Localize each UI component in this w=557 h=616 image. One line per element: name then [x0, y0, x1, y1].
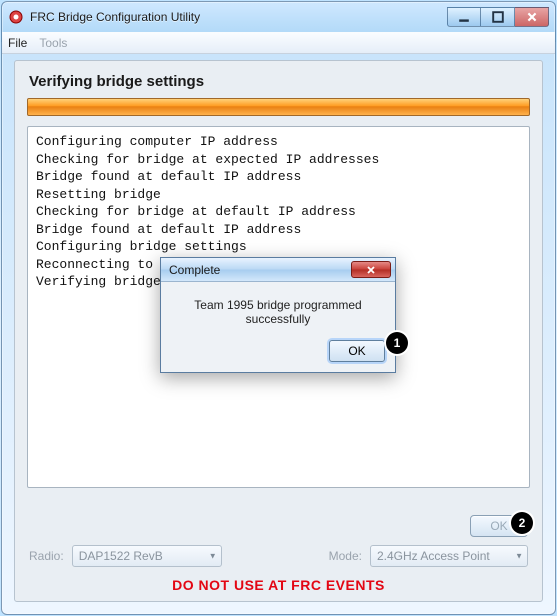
- dialog-ok-label: OK: [348, 344, 365, 358]
- dialog-actions: OK: [161, 334, 395, 372]
- ok-button-label: OK: [490, 519, 507, 533]
- dialog-ok-button[interactable]: OK: [329, 340, 385, 362]
- annotation-1: 1: [386, 332, 408, 354]
- window-buttons: [447, 7, 549, 27]
- close-button[interactable]: [515, 7, 549, 27]
- mode-select[interactable]: 2.4GHz Access Point ▼: [370, 545, 528, 567]
- app-window: FRC Bridge Configuration Utility File To…: [1, 1, 556, 615]
- page-heading: Verifying bridge settings: [29, 73, 530, 90]
- mode-label: Mode:: [329, 549, 362, 563]
- maximize-button[interactable]: [481, 7, 515, 27]
- radio-label: Radio:: [29, 549, 64, 563]
- menubar: File Tools: [2, 32, 555, 54]
- dialog-close-button[interactable]: [351, 261, 391, 278]
- chevron-down-icon: ▼: [209, 552, 217, 561]
- radio-select[interactable]: DAP1522 RevB ▼: [72, 545, 222, 567]
- mode-value: 2.4GHz Access Point: [377, 549, 490, 563]
- titlebar: FRC Bridge Configuration Utility: [2, 2, 555, 32]
- app-icon: [8, 9, 24, 25]
- complete-dialog: Complete Team 1995 bridge programmed suc…: [160, 257, 396, 373]
- radio-value: DAP1522 RevB: [79, 549, 163, 563]
- chevron-down-icon: ▼: [515, 552, 523, 561]
- minimize-button[interactable]: [447, 7, 481, 27]
- bottom-row: Radio: DAP1522 RevB ▼ Mode: 2.4GHz Acces…: [29, 545, 528, 567]
- menu-file[interactable]: File: [8, 36, 27, 50]
- window-title: FRC Bridge Configuration Utility: [30, 10, 447, 24]
- menu-tools[interactable]: Tools: [39, 36, 67, 50]
- annotation-2: 2: [511, 512, 533, 534]
- dialog-titlebar: Complete: [161, 258, 395, 282]
- dialog-message: Team 1995 bridge programmed successfully: [161, 282, 395, 334]
- dialog-title: Complete: [169, 263, 351, 277]
- warning-text: DO NOT USE AT FRC EVENTS: [15, 577, 542, 593]
- progress-bar: [27, 98, 530, 116]
